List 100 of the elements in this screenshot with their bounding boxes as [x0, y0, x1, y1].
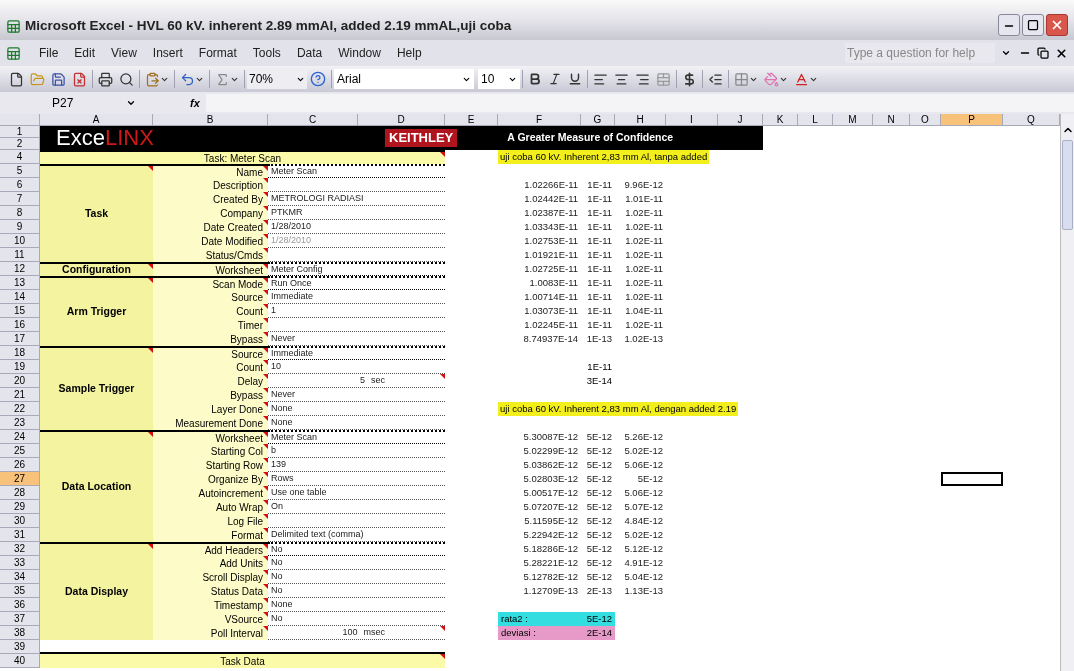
column-header[interactable]: E — [445, 114, 498, 126]
maximize-icon — [1027, 19, 1039, 31]
menu-item[interactable]: Data — [288, 44, 331, 62]
column-header[interactable]: B — [153, 114, 268, 126]
menu-item[interactable]: File — [31, 44, 67, 62]
column-header[interactable]: A — [40, 114, 153, 126]
column-header[interactable]: C — [268, 114, 358, 126]
font-size-dropdown[interactable]: 10 — [478, 69, 520, 89]
column-header[interactable]: J — [718, 114, 763, 126]
row-header[interactable]: 25 — [0, 444, 40, 458]
column-header[interactable]: H — [615, 114, 666, 126]
table-cell-text: 1E-11 — [586, 206, 613, 220]
column-header[interactable]: M — [833, 114, 873, 126]
row-header[interactable]: 4 — [0, 150, 40, 164]
row-header[interactable]: 31 — [0, 528, 40, 542]
column-header[interactable]: L — [798, 114, 833, 126]
workbook-icon — [6, 45, 21, 61]
table-cell-text: 1.02E-11 — [624, 262, 664, 276]
row-header[interactable]: 30 — [0, 514, 40, 528]
row-header[interactable]: 34 — [0, 570, 40, 584]
table-cell-text: 5E-12 — [585, 542, 613, 556]
column-header[interactable]: N — [873, 114, 910, 126]
row-header[interactable]: 38 — [0, 626, 40, 640]
help-field[interactable]: Type a question for help — [845, 43, 995, 63]
active-cell[interactable] — [941, 472, 1003, 486]
row-header[interactable]: 12 — [0, 262, 40, 276]
menu-item[interactable]: Window — [330, 44, 389, 62]
row-header[interactable]: 26 — [0, 458, 40, 472]
font-dropdown[interactable]: Arial — [334, 69, 474, 89]
row-header[interactable]: 29 — [0, 500, 40, 514]
row-header[interactable]: 8 — [0, 206, 40, 220]
row-header[interactable]: 28 — [0, 486, 40, 500]
row-header[interactable]: 35 — [0, 584, 40, 598]
close-icon[interactable] — [1055, 46, 1068, 60]
row-header[interactable]: 22 — [0, 402, 40, 416]
row-header[interactable]: 6 — [0, 178, 40, 192]
menu-item[interactable]: Insert — [144, 44, 191, 62]
field-label: Format — [153, 528, 268, 542]
row-header[interactable]: 27 — [0, 472, 40, 486]
row-header[interactable]: 10 — [0, 234, 40, 248]
row-header[interactable]: 14 — [0, 290, 40, 304]
unit-label: sec — [371, 373, 385, 387]
menu-item[interactable]: Tools — [244, 44, 289, 62]
table-cell-text: 5.30087E-12 — [522, 430, 579, 444]
row-header[interactable]: 17 — [0, 332, 40, 346]
table-cell-text: 1.13E-13 — [623, 584, 664, 598]
column-header[interactable]: F — [498, 114, 581, 126]
row-header[interactable]: 32 — [0, 542, 40, 556]
table-cell-text: 5E-12 — [585, 528, 613, 542]
row-header[interactable]: 20 — [0, 374, 40, 388]
row-header[interactable]: 33 — [0, 556, 40, 570]
menu-item[interactable]: View — [103, 44, 145, 62]
column-header[interactable]: Q — [1003, 114, 1060, 126]
name-box[interactable]: P27 — [0, 94, 150, 112]
restore-icon[interactable] — [1037, 47, 1049, 59]
summary-value: 2E-14 — [586, 625, 612, 640]
row-header[interactable]: 36 — [0, 598, 40, 612]
field-label: Scroll Display — [153, 570, 268, 584]
field-value: Use one table — [268, 486, 445, 500]
row-header[interactable]: 7 — [0, 192, 40, 206]
row-header[interactable]: 1 — [0, 126, 40, 138]
task-title: Task Data — [40, 654, 445, 668]
row-header[interactable]: 24 — [0, 430, 40, 444]
scroll-thumb[interactable] — [1062, 140, 1073, 230]
column-header[interactable]: O — [910, 114, 941, 126]
maximize-button[interactable] — [1022, 14, 1044, 36]
menu-item[interactable]: Help — [388, 44, 430, 62]
close-button[interactable] — [1046, 14, 1068, 36]
field-value: b — [268, 444, 445, 458]
column-header[interactable]: D — [358, 114, 445, 126]
row-header[interactable]: 18 — [0, 346, 40, 360]
field-label: Status Data — [153, 584, 268, 598]
row-header[interactable]: 9 — [0, 220, 40, 234]
row-header[interactable]: 5 — [0, 164, 40, 178]
row-header[interactable]: 40 — [0, 654, 40, 668]
row-header[interactable]: 11 — [0, 248, 40, 262]
row-header[interactable]: 37 — [0, 612, 40, 626]
row-header[interactable]: 39 — [0, 640, 40, 654]
menu-item[interactable]: Edit — [66, 44, 104, 62]
minimize-button[interactable] — [998, 14, 1020, 36]
row-header[interactable]: 2 — [0, 138, 40, 150]
row-header[interactable]: 23 — [0, 416, 40, 430]
row-header[interactable]: 21 — [0, 388, 40, 402]
vertical-scrollbar[interactable] — [1060, 114, 1074, 671]
field-value: Delimited text (comma) — [268, 528, 445, 542]
field-label: Add Headers — [153, 542, 268, 556]
column-header[interactable]: K — [763, 114, 798, 126]
function-label[interactable]: fx — [190, 94, 200, 112]
row-header[interactable]: 15 — [0, 304, 40, 318]
column-header[interactable]: P — [941, 114, 1003, 126]
font-color-icon — [794, 71, 809, 87]
row-header[interactable]: 19 — [0, 360, 40, 374]
column-header[interactable]: I — [666, 114, 718, 126]
section-label: Data Display — [40, 542, 153, 640]
row-header[interactable]: 13 — [0, 276, 40, 290]
row-header[interactable]: 16 — [0, 318, 40, 332]
zoom-dropdown[interactable]: 70% — [247, 69, 307, 89]
menu-item[interactable]: Format — [190, 44, 245, 62]
table-cell-text: 1E-11 — [586, 178, 613, 192]
column-header[interactable]: G — [581, 114, 615, 126]
